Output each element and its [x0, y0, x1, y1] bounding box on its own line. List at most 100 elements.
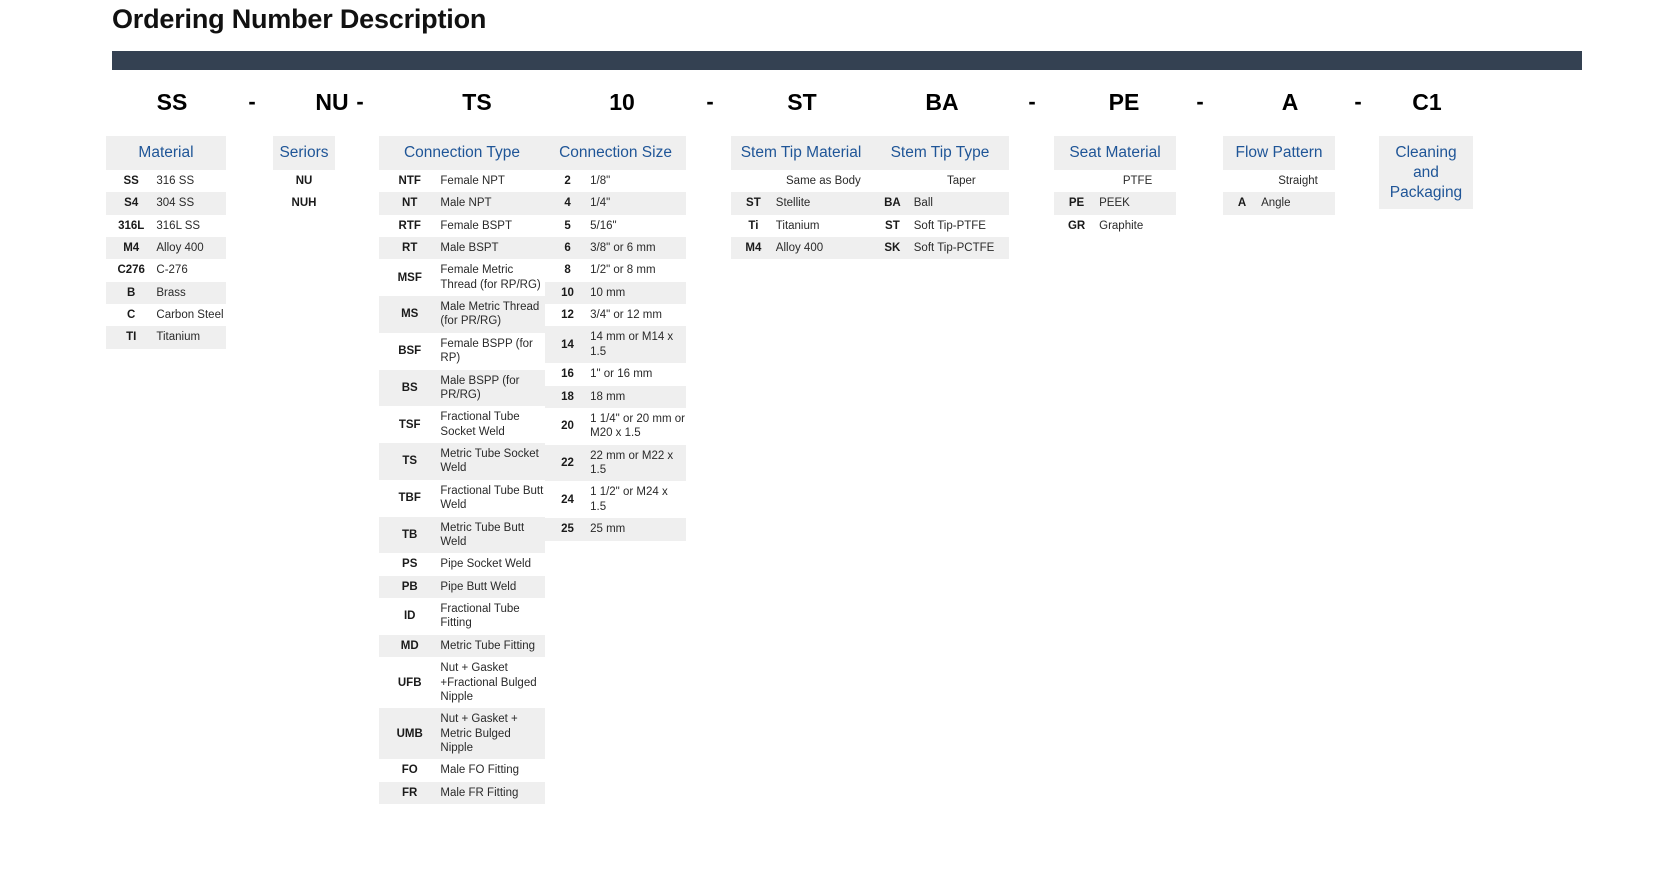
option-description: Fractional Tube Fitting	[440, 598, 545, 635]
option-description: C-276	[156, 259, 226, 282]
option-description: 10 mm	[590, 281, 686, 305]
code-segment: SS	[156, 89, 188, 115]
option-description: 25 mm	[590, 518, 686, 541]
option-description: Male FO Fitting	[440, 759, 545, 782]
option-code: NU	[295, 174, 313, 187]
table-row: 20 1 1/4" or 20 mm or M20 x 1.5	[545, 407, 686, 445]
option-description: 304 SS	[156, 192, 226, 215]
table-row: 316L 316L SS	[106, 214, 226, 237]
option-description: 1 1/4" or 20 mm or M20 x 1.5	[590, 407, 686, 445]
option-code: ID	[379, 598, 441, 635]
table-row: NT Male NPT	[379, 192, 545, 215]
table-row: PTFE	[1054, 170, 1176, 192]
option-code	[731, 170, 776, 192]
column-stem-tip-material: Stem Tip Material Same as Body ST Stellite…	[731, 136, 871, 260]
option-code: RTF	[379, 214, 441, 237]
option-code: MD	[379, 634, 441, 658]
column-header-connection-type: Connection Type	[379, 136, 545, 170]
option-code: 10	[545, 281, 591, 305]
option-description: Male BSPT	[440, 236, 545, 260]
option-code: 24	[545, 481, 591, 519]
option-description: 5/16"	[590, 214, 686, 237]
table-row: GR Graphite	[1054, 214, 1176, 237]
code-separator: -	[706, 89, 714, 114]
column-header-stem-tip-type: Stem Tip Type	[871, 136, 1009, 170]
option-code: FR	[379, 781, 441, 805]
table-row: NTF Female NPT	[379, 169, 545, 193]
table-row: PS Pipe Socket Weld	[379, 553, 545, 576]
option-code: 316L	[106, 214, 157, 237]
table-row: 16 1" or 16 mm	[545, 363, 686, 386]
table-row: 12 3/4" or 12 mm	[545, 304, 686, 327]
option-table-stem-tip-type: Taper BA Ball ST Soft Tip-PTFE SK Soft Tip-PCT…	[871, 170, 1009, 260]
option-description: 1 1/2" or M24 x 1.5	[590, 481, 686, 519]
option-description: Male BSPP (for PR/RG)	[440, 369, 545, 407]
ordering-code-strip: SS - NU - TS 10- ST BA - PE - A - C1	[112, 86, 1582, 122]
option-code	[1054, 170, 1099, 192]
option-code: ST	[871, 214, 914, 237]
table-row: NUH	[273, 192, 335, 214]
column-header-flow-pattern: Flow Pattern	[1223, 136, 1335, 170]
option-code: FO	[379, 759, 441, 782]
table-row: 4 1/4"	[545, 192, 686, 215]
option-description: Male FR Fitting	[440, 781, 545, 805]
code-segment: TS	[462, 89, 492, 115]
table-row: TBF Fractional Tube Butt Weld	[379, 479, 545, 517]
column-connection-size: Connection Size 2 1/8" 4 1/4" 5 5/16" 6 3/8" or…	[545, 136, 686, 541]
option-description: Female Metric Thread (for RP/RG)	[440, 259, 545, 297]
table-row: TSF Fractional Tube Socket Weld	[379, 406, 545, 444]
table-row: B Brass	[106, 281, 226, 305]
option-code: UMB	[379, 708, 441, 760]
option-code: 4	[545, 192, 591, 215]
option-description: 1" or 16 mm	[590, 363, 686, 386]
option-table-connection-size: 2 1/8" 4 1/4" 5 5/16" 6 3/8" or 6 mm 8 1/2" or 8 …	[545, 169, 686, 541]
option-description: Fractional Tube Socket Weld	[440, 406, 545, 444]
column-header-cleaning-and-packaging: Cleaning and Packaging	[1379, 136, 1473, 210]
table-row: ST Stellite	[731, 192, 871, 215]
option-code: RT	[379, 236, 441, 260]
option-description: 22 mm or M22 x 1.5	[590, 444, 686, 482]
table-row: 8 1/2" or 8 mm	[545, 259, 686, 282]
table-row: RT Male BSPT	[379, 236, 545, 260]
column-seat-material: Seat Material PTFE PE PEEK GR Graphite	[1054, 136, 1176, 237]
code-separator: -	[356, 89, 364, 114]
option-code: C	[106, 304, 157, 327]
option-code: TI	[106, 326, 157, 349]
table-row: RTF Female BSPT	[379, 214, 545, 237]
option-description: Fractional Tube Butt Weld	[440, 479, 545, 517]
table-row: NU	[273, 170, 335, 192]
column-series: Seriors NU NUH	[273, 136, 335, 215]
option-description: Angle	[1261, 192, 1335, 215]
column-cleaning-and-packaging: Cleaning and Packaging	[1379, 136, 1473, 210]
option-table-seat-material: PTFE PE PEEK GR Graphite	[1054, 170, 1176, 237]
option-code: Ti	[731, 214, 776, 237]
option-description: Female BSPT	[440, 214, 545, 237]
option-table-stem-tip-material: Same as Body ST Stellite Ti Titanium M4 Alloy …	[731, 170, 871, 260]
option-code: TB	[379, 516, 441, 554]
option-code: 20	[545, 407, 591, 445]
option-code: TSF	[379, 406, 441, 444]
option-table-flow-pattern: Straight A Angle	[1223, 170, 1335, 215]
option-table-connection-type: NTF Female NPT NT Male NPT RTF Female BSPT RT M…	[379, 169, 545, 805]
option-description: 3/4" or 12 mm	[590, 304, 686, 327]
table-row: SS 316 SS	[106, 169, 226, 193]
option-code: MS	[379, 296, 441, 333]
code-segment: BA	[925, 89, 959, 115]
option-description: 3/8" or 6 mm	[590, 236, 686, 260]
option-code: C276	[106, 259, 157, 282]
option-table-series: NU NUH	[273, 170, 335, 215]
option-code: SS	[106, 169, 157, 193]
table-row: TI Titanium	[106, 326, 226, 349]
table-row: S4 304 SS	[106, 192, 226, 215]
code-separator: -	[1196, 89, 1204, 114]
option-code: S4	[106, 192, 157, 215]
column-header-connection-size: Connection Size	[545, 136, 686, 170]
option-description: PEEK	[1099, 192, 1176, 215]
code-segment: C1	[1412, 89, 1442, 115]
option-code: A	[1223, 192, 1262, 215]
table-row: Taper	[871, 170, 1009, 192]
table-row: ST Soft Tip-PTFE	[871, 214, 1009, 237]
option-description: 14 mm or M14 x 1.5	[590, 326, 686, 364]
table-row: BS Male BSPP (for PR/RG)	[379, 369, 545, 407]
option-description: 18 mm	[590, 385, 686, 408]
